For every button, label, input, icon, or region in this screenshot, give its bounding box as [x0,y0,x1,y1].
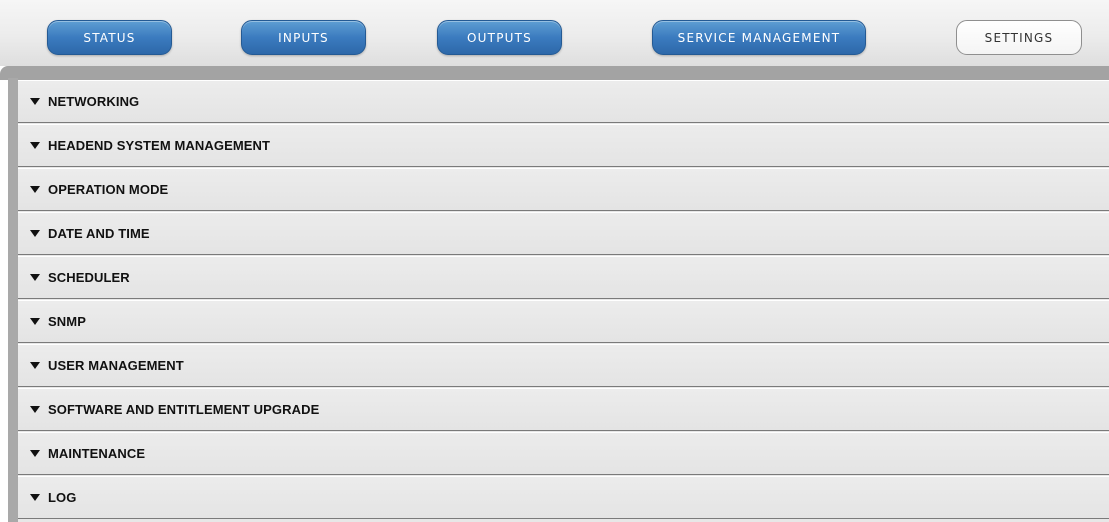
section-maintenance[interactable]: MAINTENANCE [18,432,1109,475]
triangle-down-icon [30,450,40,457]
service-management-tab-button[interactable]: SERVICE MANAGEMENT [652,20,866,55]
triangle-down-icon [30,318,40,325]
outputs-tab-button[interactable]: OUTPUTS [437,20,562,55]
section-user-management[interactable]: USER MANAGEMENT [18,344,1109,387]
section-label: NETWORKING [48,94,140,109]
triangle-down-icon [30,186,40,193]
section-networking[interactable]: NETWORKING [18,80,1109,123]
settings-accordion: NETWORKING HEADEND SYSTEM MANAGEMENT OPE… [18,80,1109,522]
nav-separator [0,66,1109,80]
section-operation-mode[interactable]: OPERATION MODE [18,168,1109,211]
section-label: SCHEDULER [48,270,130,285]
triangle-down-icon [30,142,40,149]
inputs-tab-button[interactable]: INPUTS [241,20,366,55]
section-snmp[interactable]: SNMP [18,300,1109,343]
section-date-and-time[interactable]: DATE AND TIME [18,212,1109,255]
triangle-down-icon [30,230,40,237]
left-border-strip [8,78,18,522]
triangle-down-icon [30,98,40,105]
section-label: USER MANAGEMENT [48,358,184,373]
triangle-down-icon [30,494,40,501]
section-scheduler[interactable]: SCHEDULER [18,256,1109,299]
section-label: OPERATION MODE [48,182,169,197]
triangle-down-icon [30,406,40,413]
triangle-down-icon [30,362,40,369]
status-tab-button[interactable]: STATUS [47,20,172,55]
section-label: SNMP [48,314,86,329]
section-label: HEADEND SYSTEM MANAGEMENT [48,138,271,153]
section-label: LOG [48,490,77,505]
triangle-down-icon [30,274,40,281]
section-label: SOFTWARE AND ENTITLEMENT UPGRADE [48,402,320,417]
section-label: MAINTENANCE [48,446,146,461]
section-label: DATE AND TIME [48,226,150,241]
section-software-and-entitlement-upgrade[interactable]: SOFTWARE AND ENTITLEMENT UPGRADE [18,388,1109,431]
section-log[interactable]: LOG [18,476,1109,519]
settings-tab-button[interactable]: SETTINGS [956,20,1082,55]
section-headend-system-management[interactable]: HEADEND SYSTEM MANAGEMENT [18,124,1109,167]
top-navigation-bar: STATUS INPUTS OUTPUTS SERVICE MANAGEMENT… [0,0,1109,66]
